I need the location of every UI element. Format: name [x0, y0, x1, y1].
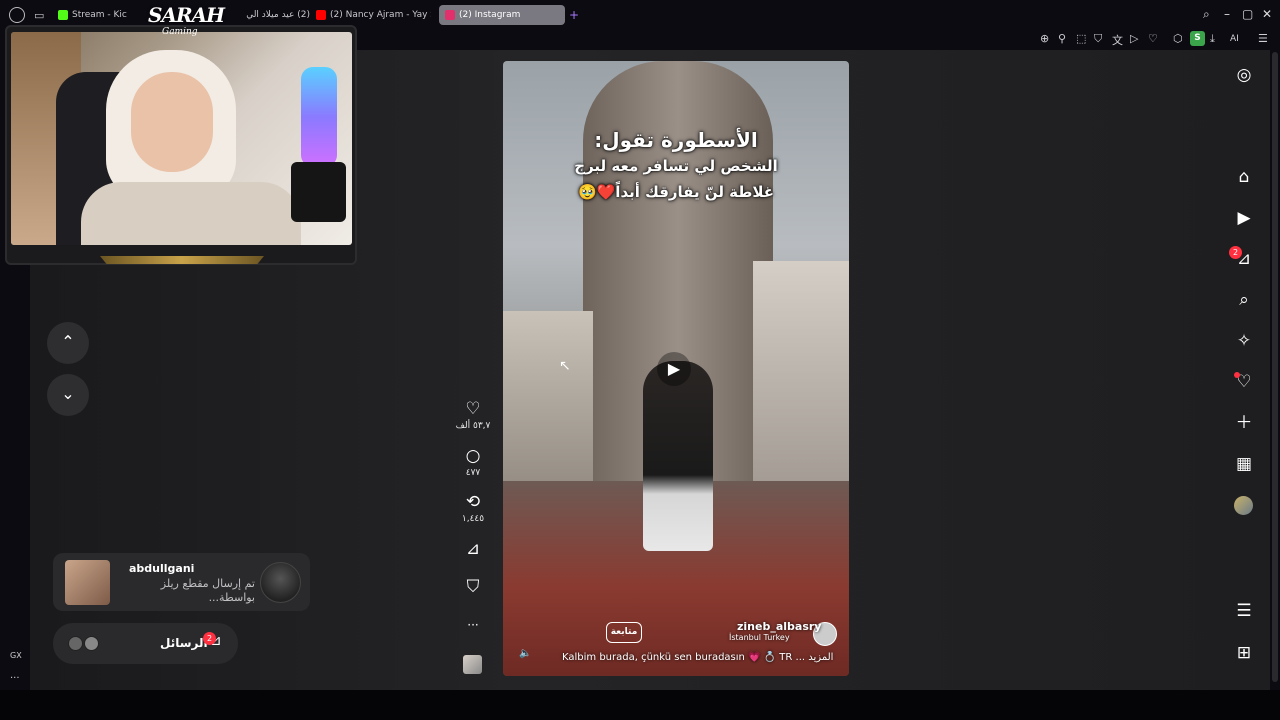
more-options-button[interactable]: ··· — [455, 615, 491, 635]
caption-line-3: غلاطة لنّ يفارقك أبداً❤️🥹 — [577, 183, 775, 201]
save-button[interactable]: ⛉ — [455, 577, 491, 597]
face — [131, 72, 213, 172]
ai-button[interactable]: AI — [1230, 34, 1239, 44]
webcam-gold-accent — [100, 256, 264, 264]
heart-icon: ♡ — [465, 399, 481, 419]
youtube-favicon-icon — [316, 10, 326, 20]
translate-icon[interactable]: 文 — [1112, 32, 1123, 48]
pin-icon[interactable]: ⚲ — [1058, 32, 1066, 45]
mic-stand — [291, 162, 346, 222]
dm-username: abdullgani — [129, 562, 195, 575]
microphone-rgb — [301, 67, 337, 167]
tab-youtube-nancy[interactable]: (2) Nancy Ajram - Yay Se — [316, 5, 431, 25]
messages-badge: 2 — [203, 632, 216, 645]
tab-label: Stream - Kic — [72, 10, 127, 20]
next-reel-button[interactable]: ⌄ — [47, 374, 89, 416]
play-toolbar-icon[interactable]: ▷ — [1130, 32, 1138, 45]
new-tab-button[interactable]: + — [569, 5, 579, 25]
mouse-cursor-icon: ↖ — [559, 358, 571, 374]
avatar — [84, 636, 99, 651]
play-icon[interactable]: ▶ — [657, 352, 691, 386]
search-icon[interactable]: ⌕ — [1203, 7, 1210, 22]
zoom-icon[interactable]: ⊕ — [1040, 32, 1049, 45]
repost-count: ١,٤٤٥ — [461, 514, 485, 524]
messages-label: الرسائل — [160, 636, 208, 650]
tab-youtube-birthday[interactable]: (2) عيد ميلاد الي — [230, 5, 310, 25]
explore-icon[interactable]: ✧ — [1233, 330, 1255, 352]
tab-instagram[interactable]: (2) Instagram — [439, 5, 565, 25]
send-icon: ⊿ — [465, 539, 481, 559]
dm-reel-thumbnail — [65, 560, 110, 605]
heart-toolbar-icon[interactable]: ♡ — [1148, 32, 1158, 45]
taskbar-strip — [0, 690, 1280, 720]
tab-label: (2) Nancy Ajram - Yay Se — [330, 10, 431, 20]
reel-username[interactable]: zineb_albasry — [737, 620, 821, 633]
building-right — [753, 261, 849, 501]
audio-icon[interactable]: 🔈 — [519, 648, 531, 659]
download-icon[interactable]: ⤓ — [1210, 32, 1215, 46]
reel-caption: الأسطورة تقول: الشخص لي تسافر معه لبرج غ… — [503, 127, 849, 205]
avatar — [68, 636, 83, 651]
previous-reel-button[interactable]: ⌃ — [47, 322, 89, 364]
audio-thumbnail[interactable] — [463, 655, 482, 674]
notifications-badge: 2 — [1229, 246, 1242, 259]
webcam-feed — [11, 32, 352, 245]
menu-icon[interactable]: ☰ — [1258, 32, 1268, 45]
bookmark-icon: ⛉ — [466, 577, 480, 597]
couple-figure — [643, 361, 713, 551]
snapshot-icon[interactable]: ⬚ — [1076, 32, 1086, 45]
notification-dot — [1234, 372, 1240, 378]
dm-avatar — [260, 562, 301, 603]
close-icon[interactable]: ✕ — [1262, 7, 1272, 21]
repost-button[interactable]: ⟲ ١,٤٤٥ — [455, 492, 491, 524]
streamer-logo: SARAH — [148, 3, 225, 27]
reel-description[interactable]: Kalbim burada, çünkü sen buradasın 💗 💍 T… — [562, 652, 833, 663]
reel-location[interactable]: İstanbul Turkey — [729, 633, 790, 642]
scrollbar-thumb[interactable] — [1272, 52, 1278, 682]
hamburger-menu-icon[interactable]: ☰ — [1233, 600, 1255, 622]
reels-icon[interactable]: ▶ — [1233, 207, 1255, 229]
streamer-logo-sub: Gaming — [162, 27, 198, 37]
search-icon[interactable]: ⌕ — [1233, 289, 1255, 311]
sidebar-more-button[interactable]: ... — [10, 670, 20, 681]
tab-kick[interactable]: Stream - Kic — [58, 5, 138, 25]
share-button[interactable]: ⊿ — [455, 539, 491, 559]
kick-favicon-icon — [58, 10, 68, 20]
instagram-favicon-icon — [445, 10, 455, 20]
repost-icon: ⟲ — [465, 492, 481, 512]
create-icon[interactable]: ＋ — [1233, 412, 1255, 434]
maximize-icon[interactable]: ▢ — [1242, 7, 1253, 21]
screen: ▭ Stream - Kic (2) عيد ميلاد الي (2) Nan… — [0, 0, 1280, 720]
caption-line-2: الشخص لي تسافر معه لبرج — [574, 157, 778, 175]
like-count: ٥٣,٧ ألف — [455, 421, 491, 431]
comment-count: ٤٧٧ — [465, 468, 481, 478]
dm-message-text: تم إرسال مقطع ريلز بواسطة... — [160, 577, 255, 604]
chevron-down-icon: ⌄ — [61, 384, 75, 403]
instagram-logo-icon[interactable]: ◎ — [1233, 64, 1255, 86]
extensions-icon[interactable]: ⬡ — [1173, 32, 1183, 45]
comment-button[interactable]: ○ ٤٧٧ — [455, 446, 491, 478]
caption-line-1: الأسطورة تقول: — [594, 128, 758, 152]
tab-label: (2) Instagram — [459, 10, 521, 20]
dashboard-icon[interactable]: ▦ — [1233, 453, 1255, 475]
comment-icon: ○ — [465, 446, 481, 466]
extension-s-button[interactable]: S — [1190, 31, 1205, 46]
follow-button[interactable]: متابعة — [606, 622, 642, 643]
chevron-up-icon: ⌃ — [61, 332, 75, 351]
home-icon[interactable]: ⌂ — [1233, 166, 1255, 188]
like-button[interactable]: ♡ ٥٣,٧ ألف — [455, 399, 491, 431]
profile-avatar[interactable] — [1234, 496, 1253, 515]
minimize-icon[interactable]: – — [1224, 7, 1230, 21]
opera-gx-logo-icon[interactable] — [9, 7, 25, 23]
more-icon: ··· — [467, 618, 479, 632]
gx-label[interactable]: GX — [10, 651, 22, 660]
shirt — [81, 182, 301, 245]
tab-label: (2) عيد ميلاد الي — [246, 10, 310, 20]
also-from-meta-icon[interactable]: ⊞ — [1233, 642, 1255, 664]
shield-icon[interactable]: ⛉ — [1094, 32, 1102, 46]
tab-search-icon[interactable]: ▭ — [34, 5, 44, 25]
